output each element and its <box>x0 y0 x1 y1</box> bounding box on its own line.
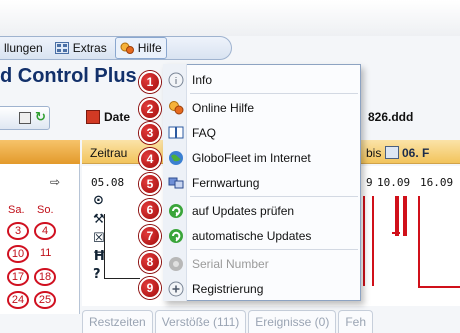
toolbar-button-group[interactable]: ↻ <box>0 106 50 130</box>
calendar-day[interactable]: 10 <box>7 245 29 263</box>
activity-bar <box>363 196 365 286</box>
update-icon <box>168 228 184 244</box>
callout-badge: 2 <box>139 98 161 120</box>
info-icon: i <box>168 72 184 88</box>
menu-hilfe-label: Hilfe <box>137 41 162 55</box>
timeline-bis-label: bis <box>366 146 382 160</box>
callout-badge: 5 <box>139 173 161 195</box>
menu-item-info-label: Info <box>192 72 213 87</box>
update-icon <box>168 203 184 219</box>
callout-badge: 7 <box>139 225 161 247</box>
end-date-field[interactable]: 06. F <box>402 146 429 160</box>
calendar-day[interactable]: 3 <box>7 222 29 240</box>
menu-item-globofleet-internet-label: GloboFleet im Internet <box>192 150 311 165</box>
menu-item-serial-number: Serial Number <box>164 251 360 276</box>
activity-bar <box>418 286 460 288</box>
activity-line <box>104 214 105 278</box>
activity-bar <box>418 196 420 286</box>
window-top-area <box>0 0 460 36</box>
tick-label: 16.09 <box>420 176 454 189</box>
menu-separator <box>190 93 358 94</box>
calendar-header <box>0 140 80 164</box>
help-icon <box>120 42 134 54</box>
menu-item-fernwartung-label: Fernwartung <box>192 175 260 190</box>
bottom-tab-bar: Restzeiten Verstöße (111) Ereignisse (0)… <box>82 310 460 333</box>
activity-bar <box>403 196 407 236</box>
menu-item-fernwartung[interactable]: Fernwartung <box>164 170 360 195</box>
file-name-label: 826.ddd <box>368 110 414 124</box>
menu-separator <box>190 196 358 197</box>
calendar-header-so: So. <box>37 204 54 216</box>
calendar-day[interactable]: 17 <box>7 268 29 286</box>
remote-icon <box>168 175 184 191</box>
app-title: d Control Plus <box>0 65 137 87</box>
calendar-day[interactable]: 25 <box>34 291 56 309</box>
menu-einstellungen-label: llungen <box>4 41 43 55</box>
menu-hilfe[interactable]: Hilfe <box>114 37 167 59</box>
menu-item-faq-label: FAQ <box>192 125 217 140</box>
calendar-day[interactable]: 24 <box>7 291 29 309</box>
date-label: Date <box>104 110 131 124</box>
menu-einstellungen[interactable]: llungen <box>0 37 47 59</box>
tab-fehler[interactable]: Feh <box>338 310 374 333</box>
menu-item-updates-pruefen-label: auf Updates prüfen <box>192 203 295 218</box>
menu-item-updates-pruefen[interactable]: auf Updates prüfen <box>164 198 360 223</box>
tick-label: 9 <box>366 176 373 189</box>
tab-verstoesse[interactable]: Verstöße (111) <box>154 310 247 333</box>
menu-item-online-hilfe-label: Online Hilfe <box>192 100 255 115</box>
callout-badge: 9 <box>139 277 161 299</box>
menu-item-globofleet-internet[interactable]: GloboFleet im Internet <box>164 145 360 170</box>
serial-icon <box>168 256 184 272</box>
menu-extras[interactable]: Extras <box>51 37 111 59</box>
register-icon <box>168 281 184 297</box>
question-icon: ? <box>93 267 101 282</box>
calendar-day[interactable]: 11 <box>40 247 51 259</box>
menu-extras-label: Extras <box>72 41 107 55</box>
calendar-day[interactable]: 18 <box>34 268 56 286</box>
callout-badge: 4 <box>139 148 161 170</box>
refresh-icon: ↻ <box>35 110 46 125</box>
menu-item-online-hilfe[interactable]: Online Hilfe <box>164 95 360 120</box>
activity-bar <box>395 196 399 236</box>
book-icon <box>168 125 184 141</box>
menu-item-serial-number-label: Serial Number <box>192 256 269 271</box>
activity-bar <box>392 232 400 234</box>
print-icon <box>19 112 31 124</box>
globe-icon <box>168 150 184 166</box>
menu-item-registrierung-label: Registrierung <box>192 281 264 296</box>
tools-icon: ⚒ <box>93 212 105 227</box>
calendar-day[interactable]: 4 <box>34 222 56 240</box>
help-icon <box>168 100 184 116</box>
timeline-zeitraum-label: Zeitrau <box>90 146 128 160</box>
activity-bar <box>372 196 374 286</box>
callout-badge: 1 <box>139 71 161 93</box>
callout-badge: 6 <box>139 199 161 221</box>
activity-line <box>104 278 140 279</box>
tick-label: 10.09 <box>377 176 411 189</box>
calendar-red-icon <box>86 110 100 124</box>
date-picker-icon[interactable] <box>385 146 399 159</box>
menu-item-automatische-updates-label: automatische Updates <box>192 228 312 243</box>
calendar-header-sa: Sa. <box>8 204 25 216</box>
target-icon: ⊙ <box>93 193 104 208</box>
calendar-next-icon[interactable]: ⇨ <box>50 175 60 189</box>
tab-restzeiten[interactable]: Restzeiten <box>82 310 153 333</box>
callout-badge: 8 <box>139 251 161 273</box>
svg-text:i: i <box>175 77 178 87</box>
tick-label: 05.08 <box>91 176 125 189</box>
grid-icon <box>54 42 69 54</box>
menu-item-info[interactable]: i Info <box>164 67 360 92</box>
tab-ereignisse[interactable]: Ereignisse (0) <box>248 310 337 333</box>
menu-item-faq[interactable]: FAQ <box>164 120 360 145</box>
menu-item-registrierung[interactable]: Registrierung <box>164 276 360 301</box>
menu-item-automatische-updates[interactable]: automatische Updates <box>164 223 360 248</box>
menu-separator <box>190 249 358 250</box>
callout-badge: 3 <box>139 122 161 144</box>
menubar: llungen Extras Hilfe <box>0 36 232 60</box>
box-icon: ☒ <box>93 231 105 246</box>
